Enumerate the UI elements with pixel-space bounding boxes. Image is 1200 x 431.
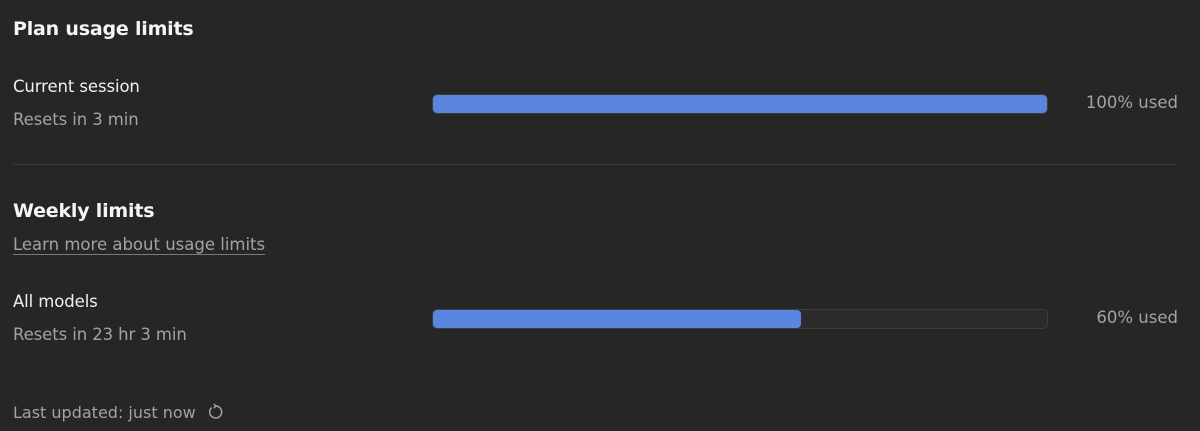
- footer: Last updated: just now: [13, 402, 226, 422]
- current-session-progress-fill: [433, 95, 1047, 113]
- plan-usage-title: Plan usage limits: [13, 18, 194, 40]
- current-session-label: Current session: [13, 77, 140, 96]
- last-updated-text: Last updated: just now: [13, 402, 196, 422]
- all-models-label: All models: [13, 292, 98, 311]
- refresh-icon[interactable]: [206, 402, 226, 422]
- all-models-progress-bar: [432, 309, 1048, 329]
- all-models-usage-percent: 60% used: [1096, 308, 1178, 327]
- current-session-usage-percent: 100% used: [1085, 93, 1178, 112]
- learn-more-usage-limits-link[interactable]: Learn more about usage limits: [13, 235, 265, 254]
- current-session-progress-bar: [432, 94, 1048, 114]
- all-models-progress-fill: [433, 310, 802, 328]
- section-divider: [13, 164, 1177, 165]
- all-models-reset-text: Resets in 23 hr 3 min: [13, 325, 187, 344]
- weekly-limits-title: Weekly limits: [13, 200, 155, 222]
- current-session-reset-text: Resets in 3 min: [13, 110, 139, 129]
